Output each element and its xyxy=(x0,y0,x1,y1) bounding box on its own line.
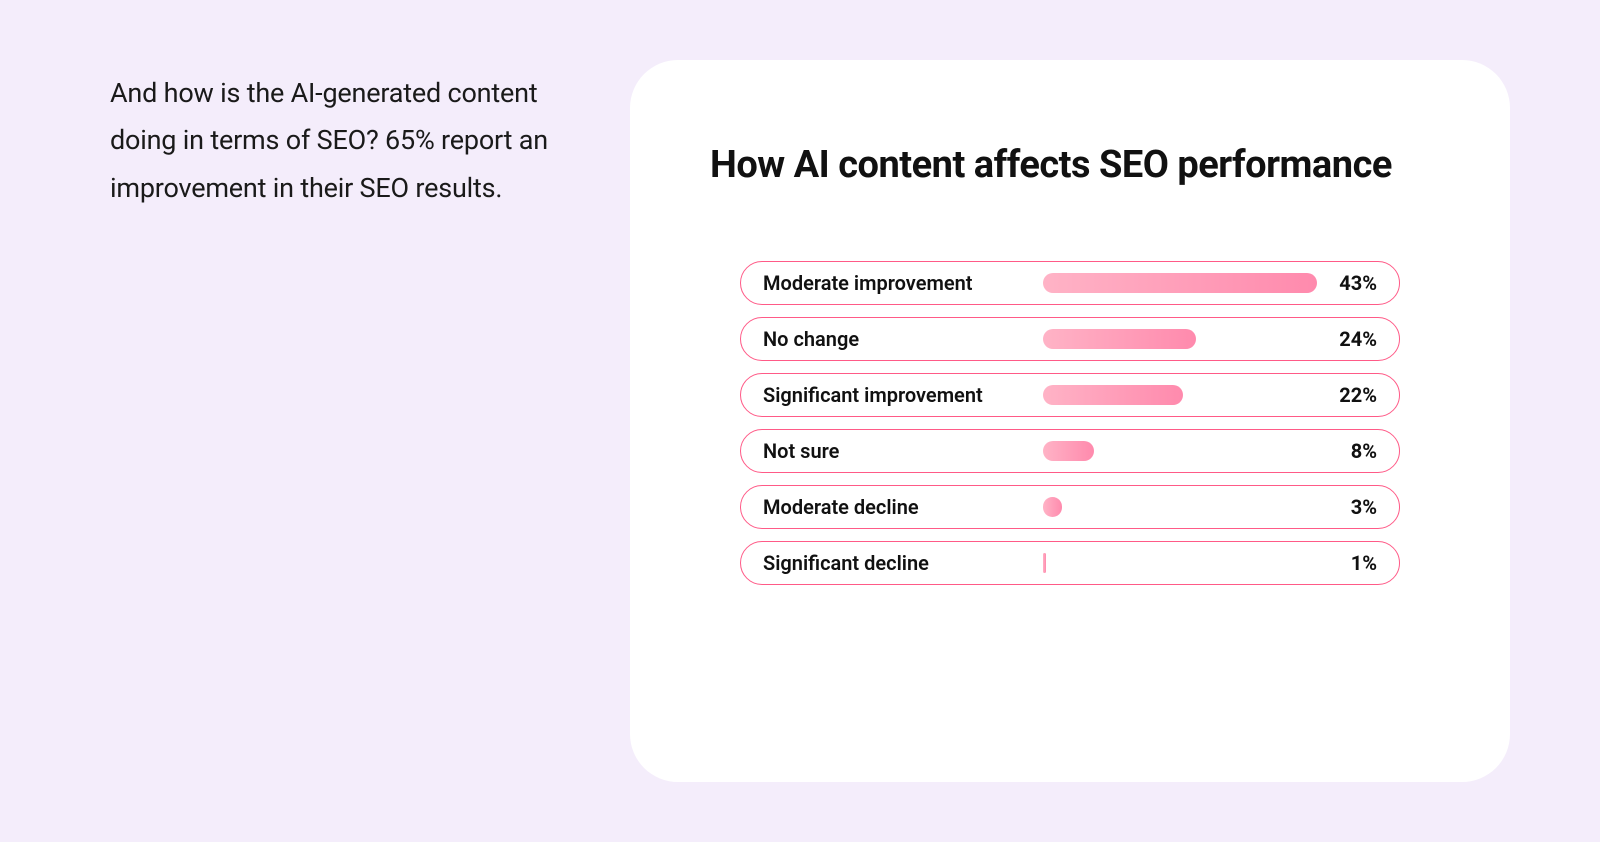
bar-label: Significant improvement xyxy=(763,383,1043,407)
bar-track xyxy=(1043,318,1317,360)
chart-title: How AI content affects SEO performance xyxy=(710,140,1430,191)
bar-value: 24% xyxy=(1317,327,1377,351)
chart-card: How AI content affects SEO performance M… xyxy=(630,60,1510,782)
bar-track xyxy=(1043,430,1317,472)
bar-row: Moderate decline 3% xyxy=(740,485,1400,529)
bar-fill xyxy=(1043,553,1046,573)
bar-fill xyxy=(1043,329,1196,349)
bar-fill xyxy=(1043,497,1062,517)
bar-fill xyxy=(1043,273,1317,293)
bar-label: Moderate improvement xyxy=(763,271,1043,295)
bar-fill xyxy=(1043,385,1183,405)
bar-value: 22% xyxy=(1317,383,1377,407)
bar-label: Moderate decline xyxy=(763,495,1043,519)
bar-fill xyxy=(1043,441,1094,461)
bar-track xyxy=(1043,542,1317,584)
bar-label: Not sure xyxy=(763,439,1043,463)
intro-column: And how is the AI-generated content doin… xyxy=(110,60,570,782)
bar-row: Significant decline 1% xyxy=(740,541,1400,585)
bar-row: Moderate improvement 43% xyxy=(740,261,1400,305)
bar-label: Significant decline xyxy=(763,551,1043,575)
bar-value: 43% xyxy=(1317,271,1377,295)
intro-text: And how is the AI-generated content doin… xyxy=(110,70,570,212)
bar-row: Not sure 8% xyxy=(740,429,1400,473)
bar-value: 3% xyxy=(1317,495,1377,519)
bar-row: No change 24% xyxy=(740,317,1400,361)
bar-value: 1% xyxy=(1317,551,1377,575)
page-container: And how is the AI-generated content doin… xyxy=(0,0,1600,842)
chart-bars: Moderate improvement 43% No change 24% Signi… xyxy=(710,261,1430,585)
bar-track xyxy=(1043,374,1317,416)
bar-track xyxy=(1043,486,1317,528)
bar-row: Significant improvement 22% xyxy=(740,373,1400,417)
bar-value: 8% xyxy=(1317,439,1377,463)
bar-track xyxy=(1043,262,1317,304)
bar-label: No change xyxy=(763,327,1043,351)
